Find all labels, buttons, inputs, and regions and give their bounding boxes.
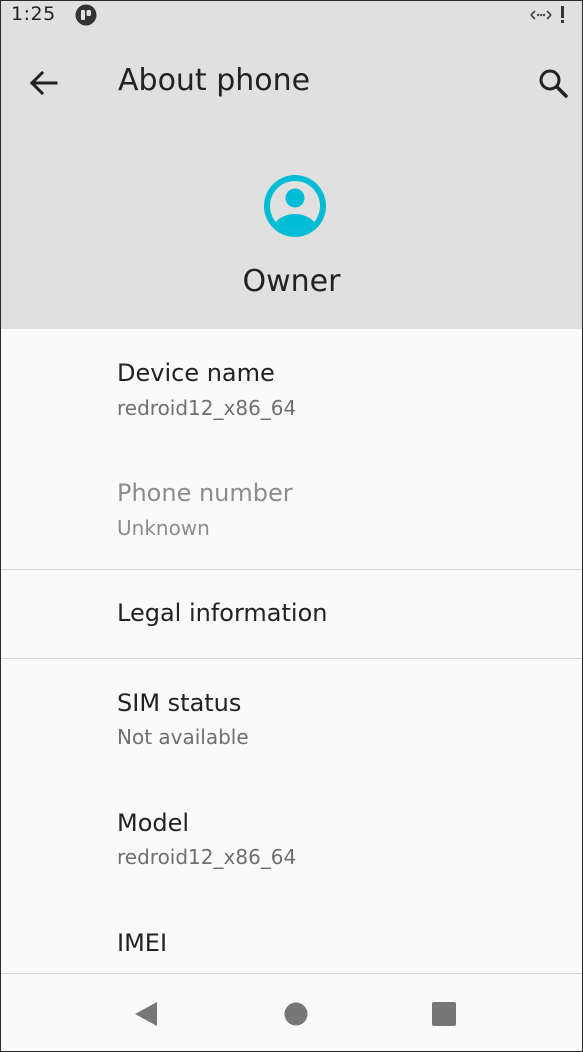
navigation-bar <box>1 973 582 1051</box>
legal-information-item[interactable]: Legal information <box>1 570 582 658</box>
owner-name: Owner <box>242 264 341 299</box>
back-button[interactable] <box>19 61 71 105</box>
screen: 1:25 About phone Owner Device name redro… <box>0 0 583 1052</box>
search-icon <box>539 69 568 98</box>
page-title: About phone <box>118 63 311 98</box>
item-title: Device name <box>117 359 275 387</box>
item-title: Model <box>117 809 190 837</box>
item-title: Legal information <box>117 599 328 627</box>
sim-status-item[interactable]: SIM status Not available <box>1 659 582 779</box>
no-internet-icon <box>530 10 552 20</box>
item-summary: redroid12_x86_64 <box>117 396 297 420</box>
search-button[interactable] <box>531 61 575 105</box>
avatar[interactable] <box>261 172 329 240</box>
item-title: IMEI <box>117 929 168 957</box>
item-title: Phone number <box>117 479 293 507</box>
phone-number-item[interactable]: Phone number Unknown <box>1 449 582 569</box>
app-header: About phone Owner <box>1 29 582 329</box>
settings-list: Device name redroid12_x86_64 Phone numbe… <box>1 329 582 979</box>
nav-home-button[interactable] <box>281 999 311 1029</box>
account-circle-icon <box>264 175 326 237</box>
status-time: 1:25 <box>11 3 56 25</box>
item-summary: redroid12_x86_64 <box>117 845 297 869</box>
nav-back-icon <box>135 1002 157 1026</box>
model-item[interactable]: Model redroid12_x86_64 <box>1 779 582 899</box>
status-bar: 1:25 <box>1 1 582 29</box>
item-summary: Not available <box>117 725 249 749</box>
nav-back-button[interactable] <box>131 999 161 1029</box>
nav-home-icon <box>284 1002 308 1026</box>
device-name-item[interactable]: Device name redroid12_x86_64 <box>1 329 582 449</box>
nav-recents-icon <box>432 1002 456 1026</box>
nav-recents-button[interactable] <box>429 999 459 1029</box>
arrow-back-icon <box>29 70 58 96</box>
item-title: SIM status <box>117 689 242 717</box>
imei-item[interactable]: IMEI <box>1 899 582 979</box>
item-summary: Unknown <box>117 516 210 540</box>
battery-alert-icon <box>561 6 564 23</box>
notification-icon <box>75 4 97 26</box>
